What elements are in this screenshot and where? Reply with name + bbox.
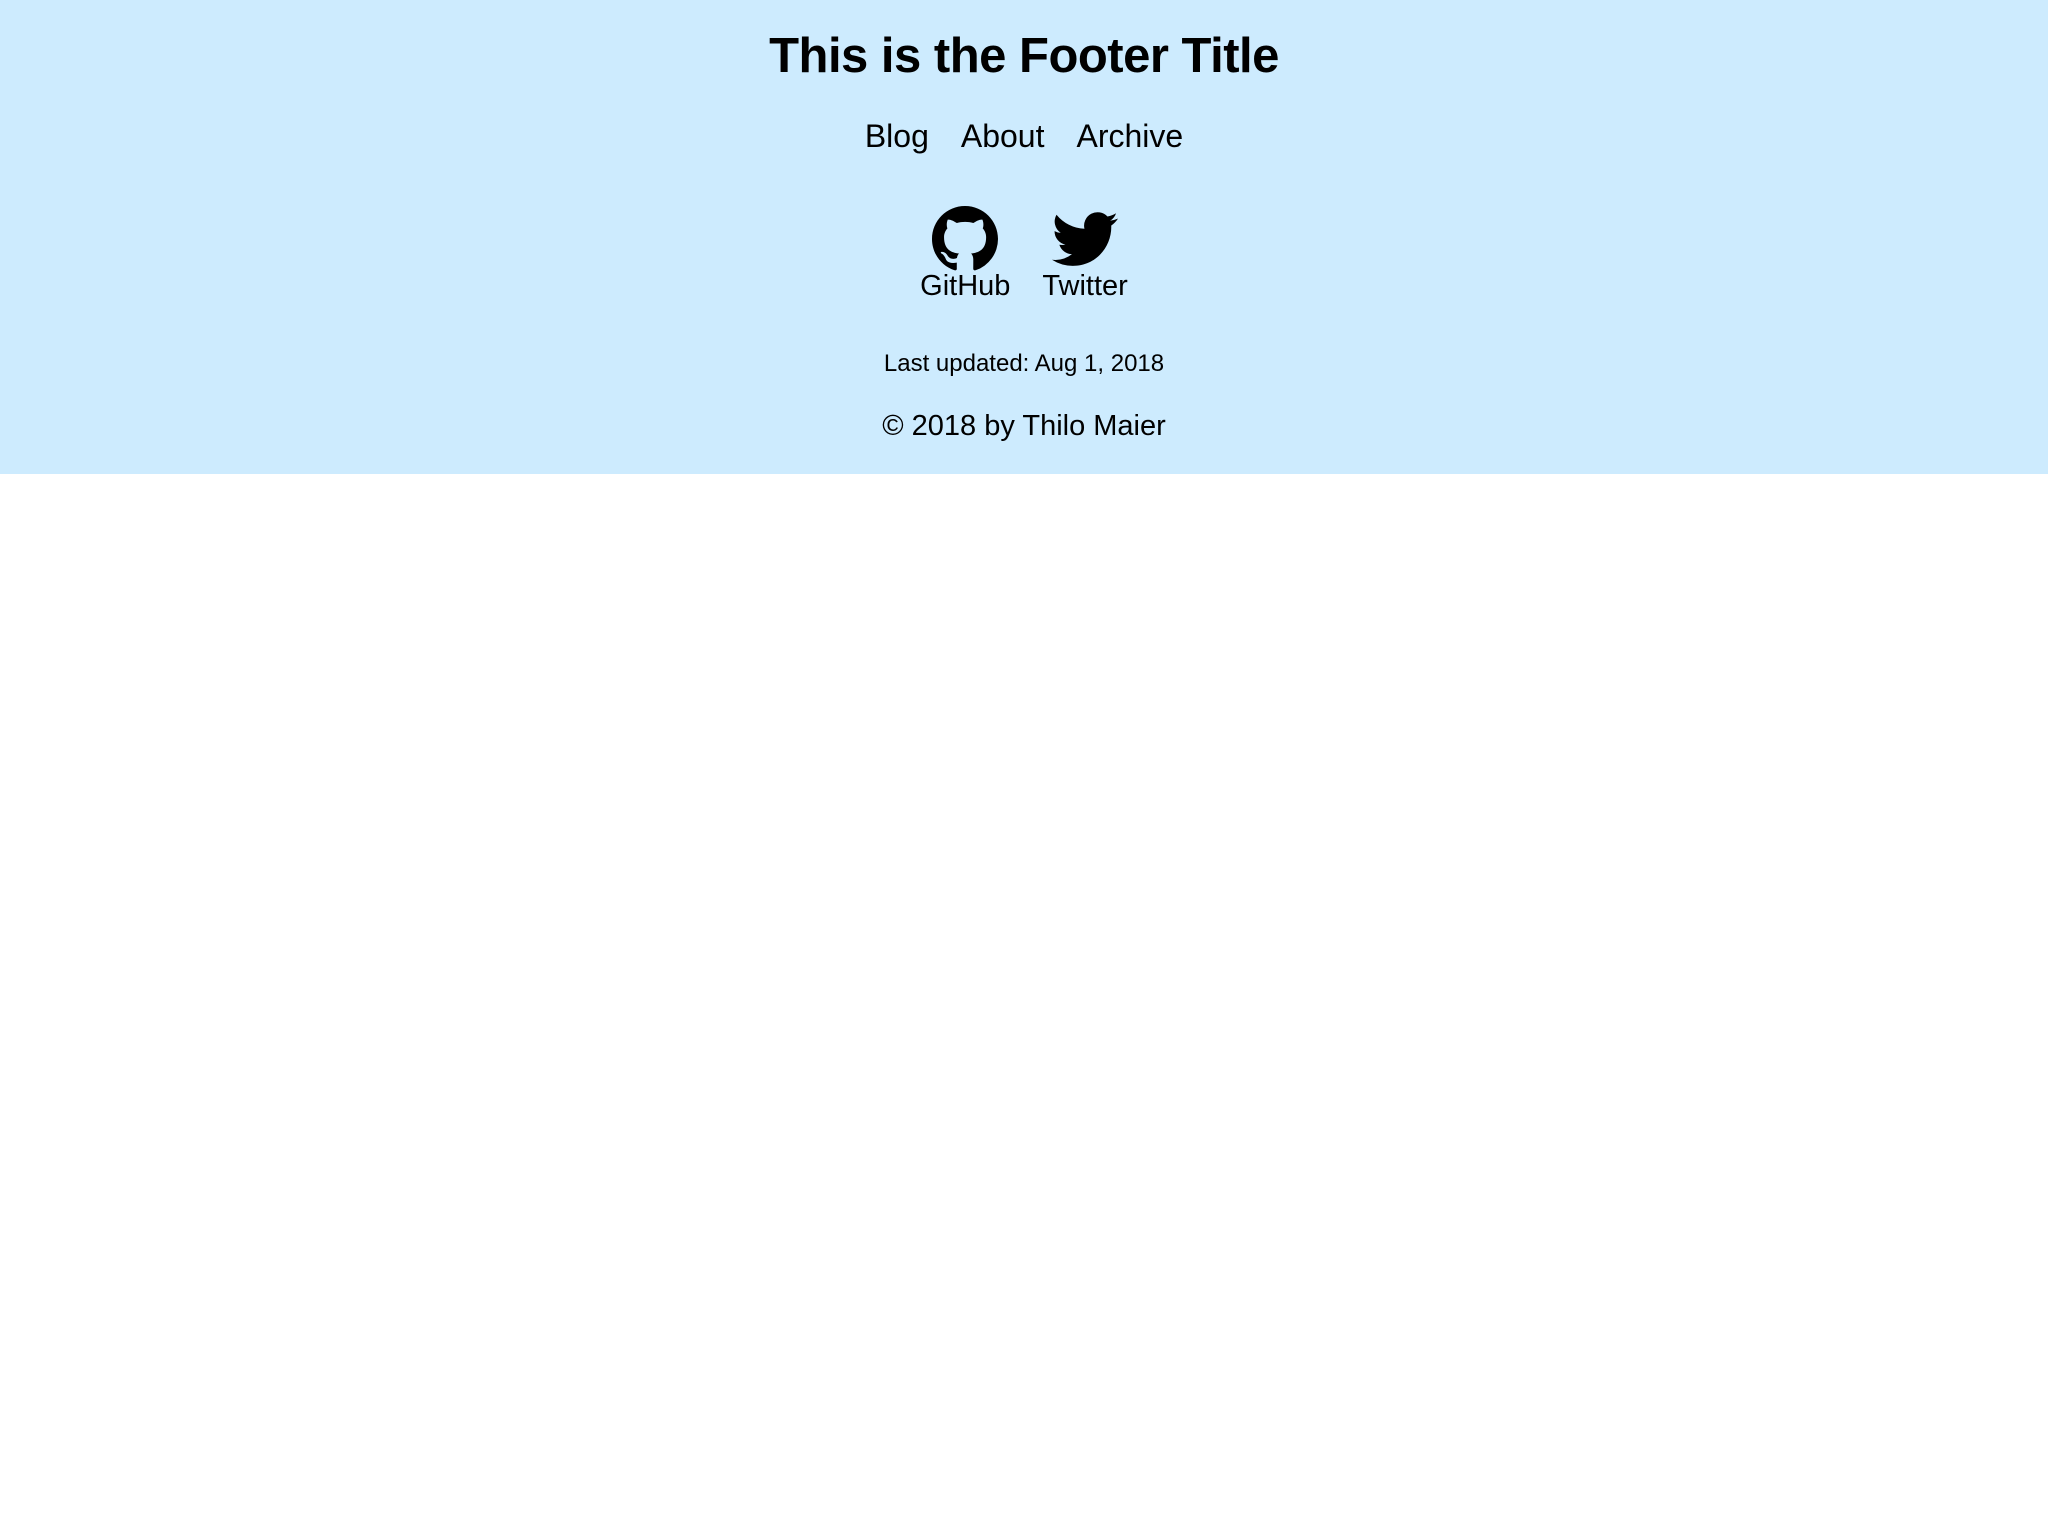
social-links: GitHub Twitter <box>0 206 2048 304</box>
twitter-icon <box>1052 206 1119 272</box>
twitter-label: Twitter <box>1042 270 1128 302</box>
site-footer: This is the Footer Title Blog About Arch… <box>0 0 2048 474</box>
twitter-link[interactable]: Twitter <box>1042 206 1128 304</box>
last-updated: Last updated: Aug 1, 2018 <box>883 350 1165 377</box>
github-icon <box>932 206 999 272</box>
nav-link-blog[interactable]: Blog <box>865 112 929 160</box>
footer-title: This is the Footer Title <box>769 29 1279 83</box>
github-label: GitHub <box>920 270 1011 302</box>
footer-nav: Blog About Archive <box>0 112 2048 160</box>
nav-link-about[interactable]: About <box>961 112 1045 160</box>
github-link[interactable]: GitHub <box>920 206 1010 304</box>
copyright: © 2018 by Thilo Maier <box>882 410 1166 442</box>
nav-link-archive[interactable]: Archive <box>1076 112 1183 160</box>
